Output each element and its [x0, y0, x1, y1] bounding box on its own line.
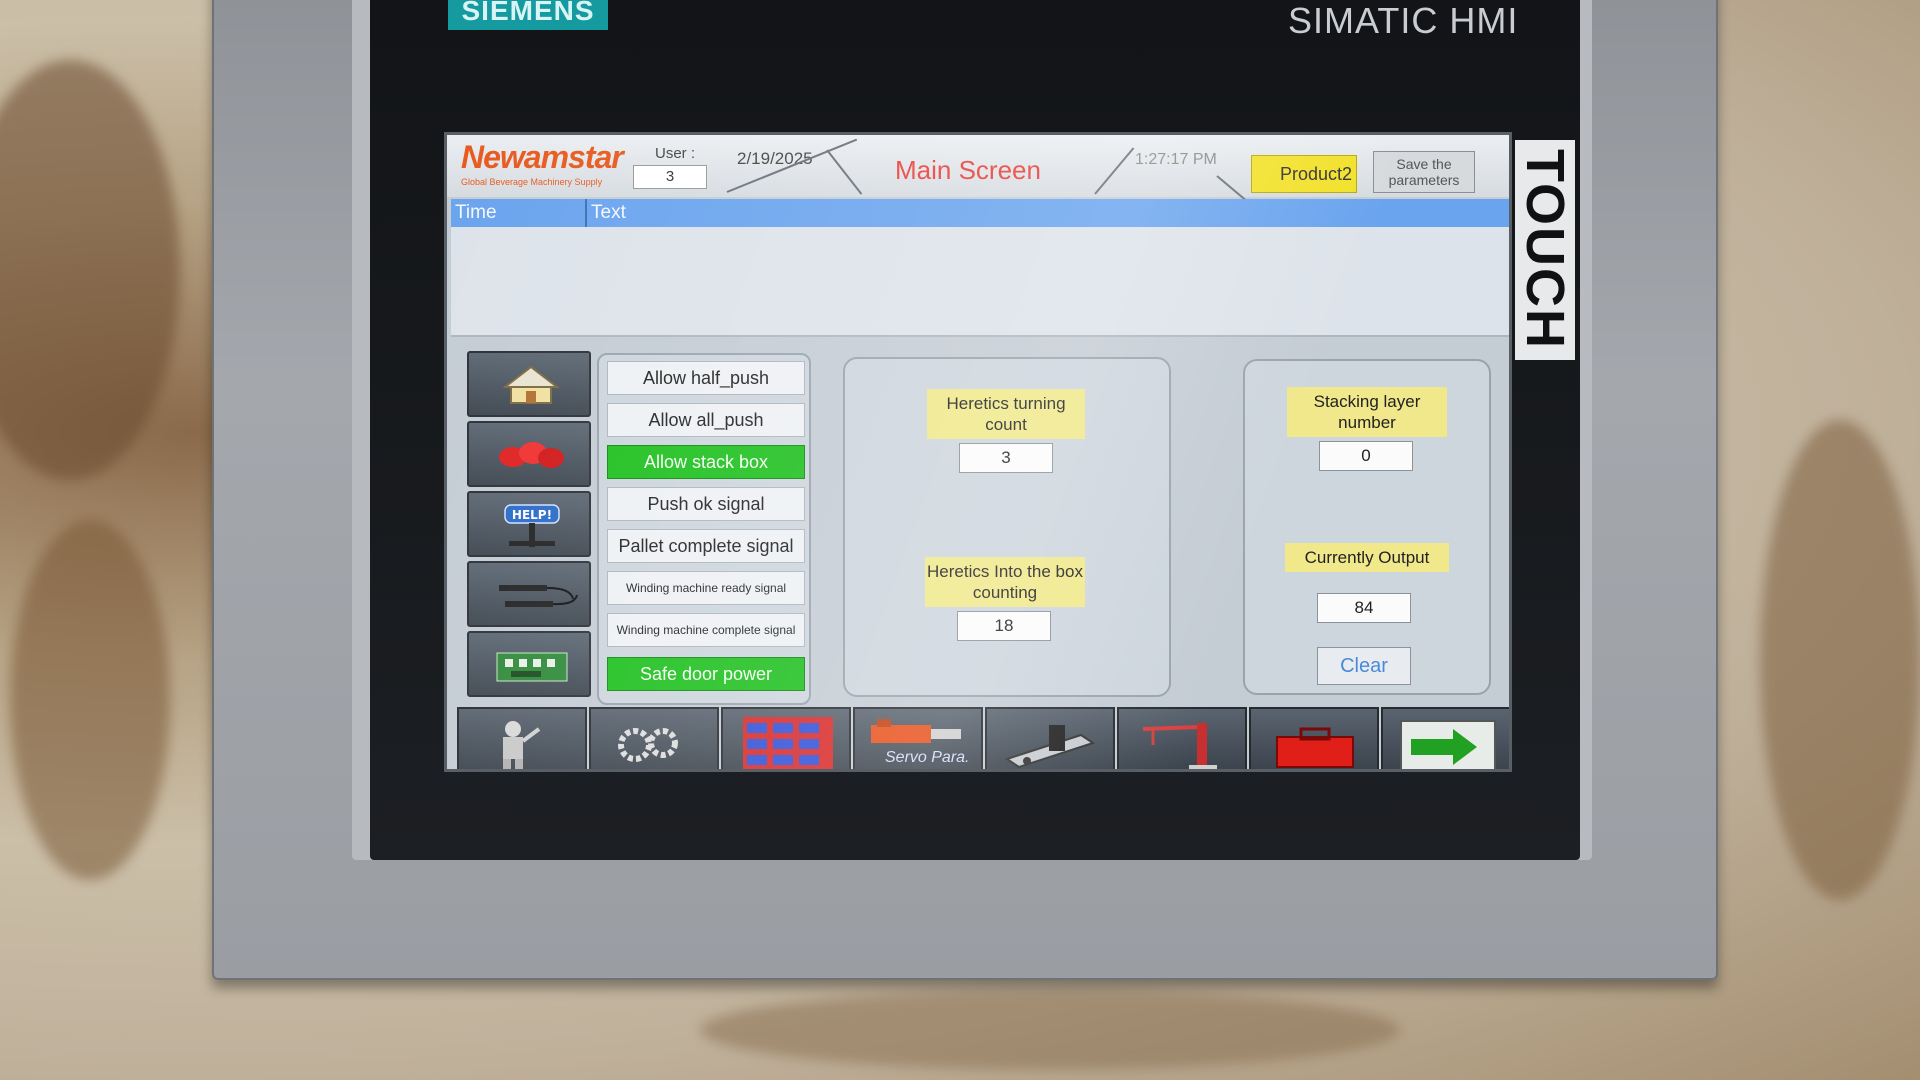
nav-io-button[interactable] — [467, 631, 591, 697]
operator-icon — [503, 721, 541, 769]
nav-sensors-button[interactable] — [467, 561, 591, 627]
turning-count-value: 3 — [959, 443, 1053, 473]
toolbar-servo-button[interactable]: Servo Para. — [853, 707, 983, 769]
toolbar-conveyor-button[interactable] — [985, 707, 1115, 769]
clear-button[interactable]: Clear — [1317, 647, 1411, 685]
wall-stain — [700, 990, 1400, 1070]
signal-winding-ready[interactable]: Winding machine ready signal — [607, 571, 805, 605]
conveyor-icon — [1004, 725, 1096, 769]
toolbar-maintenance-button[interactable] — [1249, 707, 1379, 769]
into-box-count-label: Heretics Into the box counting — [925, 557, 1085, 607]
toolbar-settings-button[interactable] — [589, 707, 719, 769]
toolbar-next-button[interactable] — [1381, 707, 1509, 769]
toolbar-operator-button[interactable] — [457, 707, 587, 769]
alarm-col-time[interactable]: Time — [451, 199, 587, 227]
next-screen-icon — [1400, 720, 1496, 769]
stacking-layer-value: 0 — [1319, 441, 1413, 471]
company-subtitle: Global Beverage Machinery Supply — [461, 177, 603, 187]
alarm-list[interactable] — [451, 227, 1509, 337]
into-box-count-value: 18 — [957, 611, 1051, 641]
model-label: SIMATIC HMI — [1288, 0, 1519, 41]
alarm-col-text[interactable]: Text — [591, 199, 626, 227]
signal-allow-all-push[interactable]: Allow all_push — [607, 403, 805, 437]
user-field[interactable]: 3 — [633, 165, 707, 189]
header-divider — [826, 149, 863, 195]
gears-icon — [618, 728, 678, 762]
turning-count-label: Heretics turning count — [927, 389, 1085, 439]
home-icon — [502, 365, 560, 404]
brand-logo: SIEMENS — [448, 0, 608, 30]
page-title: Main Screen — [895, 155, 1041, 185]
company-logo: Newamstar — [461, 139, 624, 175]
robot-arm-icon — [1142, 723, 1217, 769]
stacking-panel: Stacking layer number 0 Currently Output… — [1243, 359, 1491, 695]
signal-panel: Allow half_push Allow all_push Allow sta… — [597, 353, 811, 705]
hmi-screen: Newamstar Global Beverage Machinery Supp… — [444, 132, 1512, 772]
nav-alarm-button[interactable] — [467, 421, 591, 487]
nav-home-button[interactable] — [467, 351, 591, 417]
user-label: User : — [655, 145, 696, 162]
help-icon: HELP! — [504, 504, 560, 547]
signal-allow-half-push[interactable]: Allow half_push — [607, 361, 805, 395]
nav-help-button[interactable]: HELP! — [467, 491, 591, 557]
touch-label: TOUCH — [1515, 140, 1575, 360]
pallet-pattern-icon — [743, 717, 833, 769]
alarm-lights-icon — [499, 442, 564, 468]
signal-allow-stack-box[interactable]: Allow stack box — [607, 445, 805, 479]
current-output-value: 84 — [1317, 593, 1411, 623]
wall-stain — [0, 60, 180, 480]
product-selector[interactable]: Product2 — [1251, 155, 1357, 193]
io-board-icon — [496, 652, 568, 682]
wall-stain — [10, 520, 170, 880]
date-display: 2/19/2025 — [737, 149, 813, 168]
signal-safe-door-power[interactable]: Safe door power — [607, 657, 805, 691]
alarm-header: Time Text — [451, 199, 1509, 227]
servo-params-label: Servo Para. — [885, 749, 970, 766]
toolbox-icon — [1276, 727, 1354, 768]
sensors-icon — [499, 585, 578, 607]
header-bar: Newamstar Global Beverage Machinery Supp… — [447, 135, 1509, 203]
toolbar-robot-button[interactable] — [1117, 707, 1247, 769]
current-output-label: Currently Output — [1285, 543, 1449, 572]
signal-pallet-complete[interactable]: Pallet complete signal — [607, 529, 805, 563]
save-parameters-button[interactable]: Save the parameters — [1373, 151, 1475, 193]
header-divider — [1094, 147, 1135, 195]
wall-stain — [1760, 420, 1920, 900]
signal-push-ok[interactable]: Push ok signal — [607, 487, 805, 521]
signal-winding-complete[interactable]: Winding machine complete signal — [607, 613, 805, 647]
toolbar-pallet-button[interactable] — [721, 707, 851, 769]
stacking-layer-label: Stacking layer number — [1287, 387, 1447, 437]
time-display: 1:27:17 PM — [1135, 151, 1217, 168]
help-icon-label: HELP! — [512, 508, 552, 522]
heretics-panel: Heretics turning count 3 Heretics Into t… — [843, 357, 1171, 697]
